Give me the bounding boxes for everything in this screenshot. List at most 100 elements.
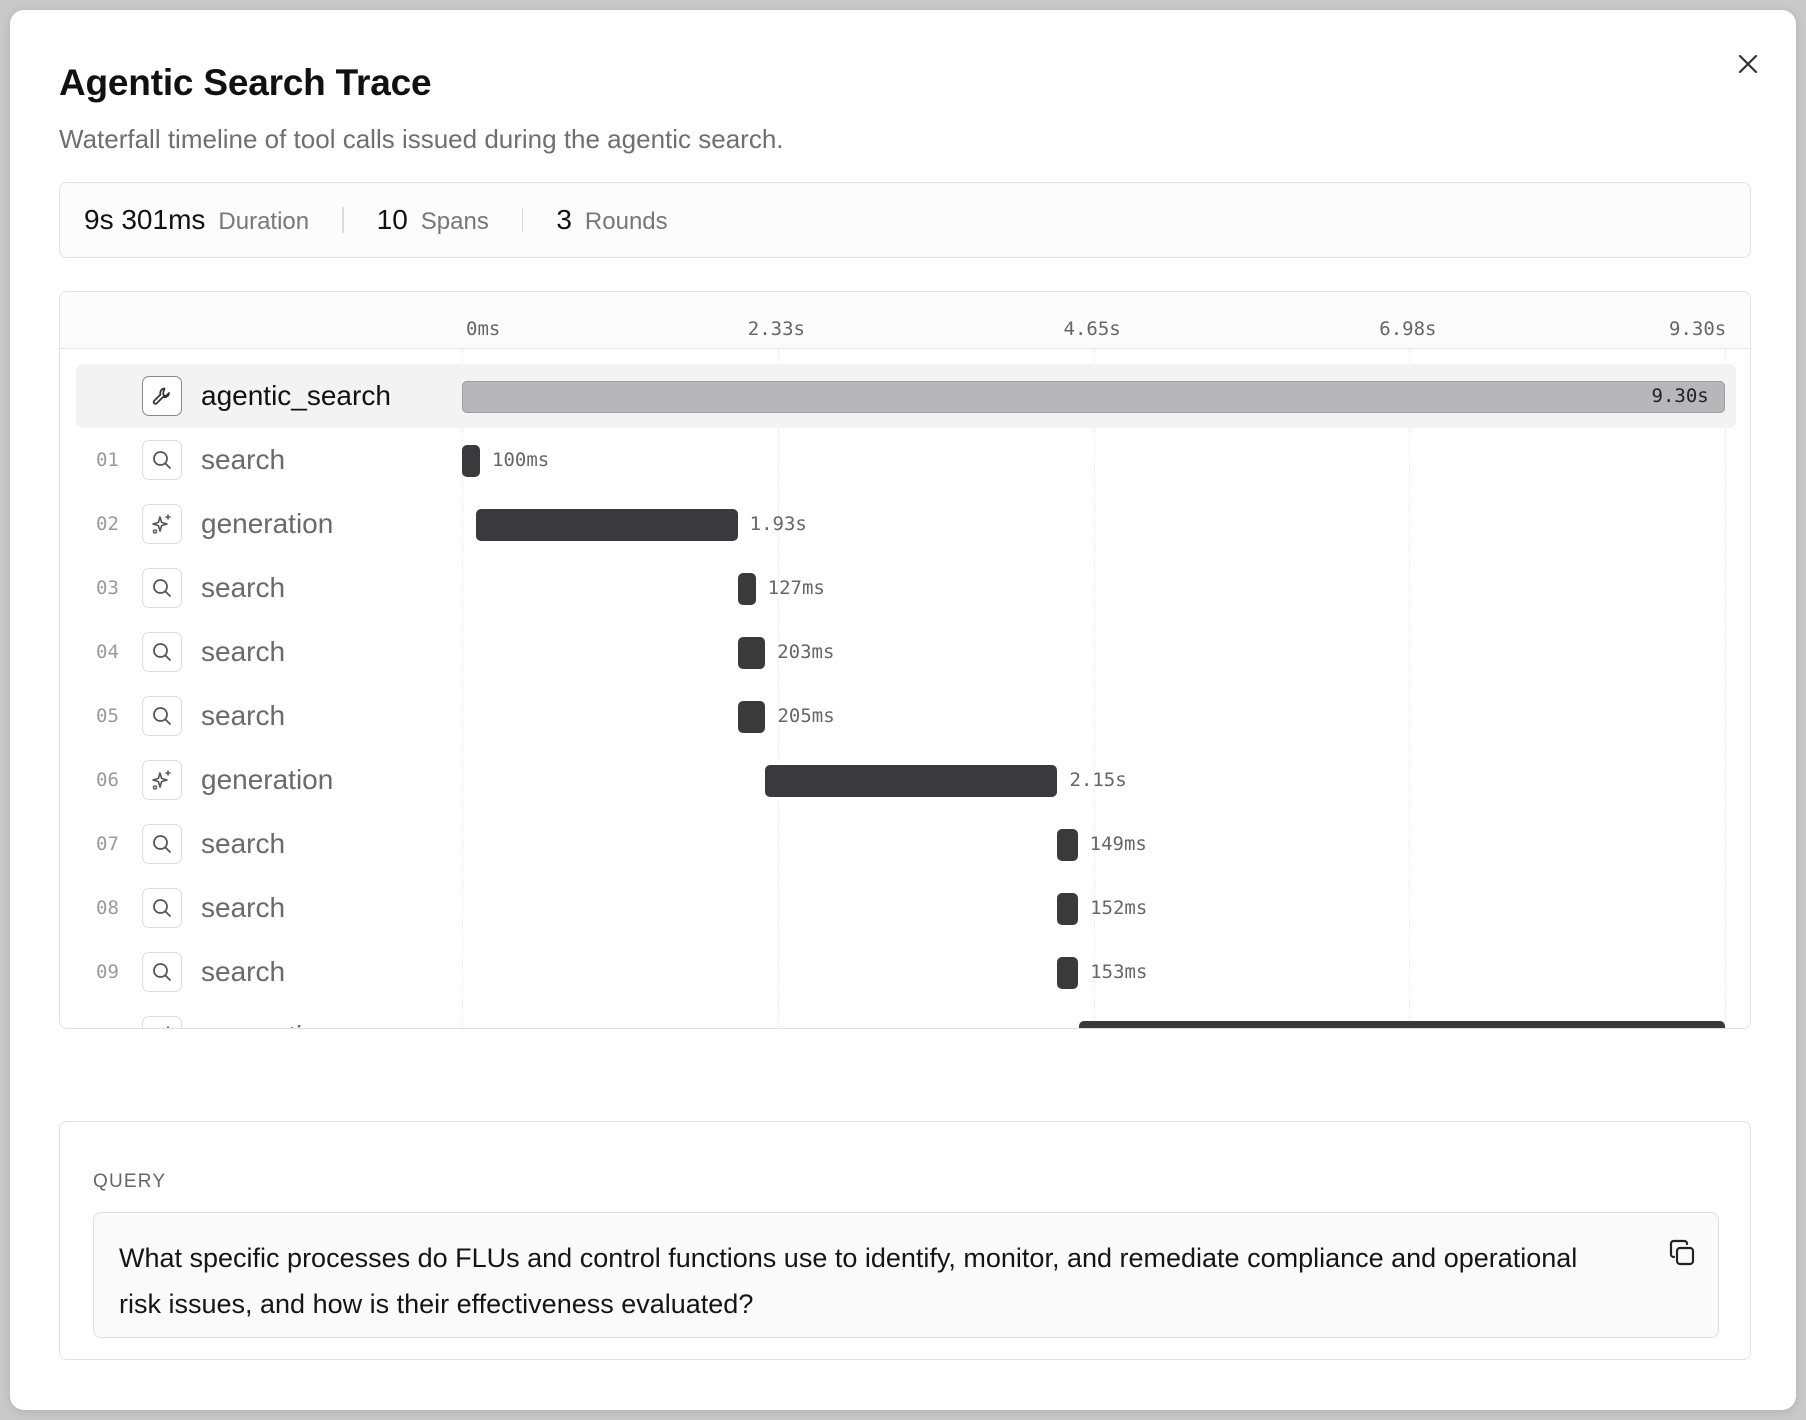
span-bar[interactable] (475, 509, 738, 541)
span-name: generation (201, 1020, 333, 1028)
span-bar[interactable] (765, 765, 1058, 797)
span-duration: 149ms (1089, 833, 1147, 855)
stat-label: Spans (420, 208, 489, 235)
span-bar[interactable] (1057, 893, 1079, 925)
span-name: search (201, 444, 286, 475)
span-row[interactable]: 06 generation 2.15s (60, 748, 1750, 812)
close-icon[interactable] (1736, 52, 1760, 76)
span-bar[interactable] (1078, 1021, 1725, 1028)
span-icon-box (142, 888, 182, 928)
span-number: 05 (96, 705, 119, 727)
search-icon (153, 963, 171, 981)
span-number: 01 (96, 449, 119, 471)
span-icon-box (142, 696, 182, 736)
span-icon-box (142, 760, 182, 800)
span-bar[interactable] (1057, 829, 1078, 861)
axis-tick-label: 6.98s (1379, 318, 1437, 340)
stat-spans: 10 Spans (377, 204, 489, 236)
axis-tick-label: 9.30s (1669, 318, 1727, 340)
span-number: 02 (96, 513, 119, 535)
span-name: generation (201, 764, 334, 795)
sparkles-icon (167, 1026, 169, 1028)
axis-tick-label: 0ms (466, 318, 501, 340)
search-icon (153, 451, 171, 469)
copy-button[interactable] (1664, 1235, 1700, 1271)
span-bar[interactable] (737, 701, 766, 733)
span-duration: 203ms (777, 641, 835, 663)
search-icon (153, 899, 171, 917)
span-row[interactable]: 04 search 203ms (60, 620, 1750, 684)
span-duration: 1.93s (749, 513, 807, 535)
span-duration: 153ms (1090, 961, 1148, 983)
stat-duration: 9s 301ms Duration (84, 204, 309, 236)
span-row[interactable]: 01 search 100ms (60, 428, 1750, 492)
query-label: QUERY (93, 1171, 167, 1192)
span-bar[interactable] (1057, 957, 1079, 989)
span-icon-box (142, 504, 182, 544)
span-row[interactable]: 03 search 127ms (60, 556, 1750, 620)
span-number: 10 (96, 1025, 119, 1028)
search-icon (153, 835, 171, 853)
span-bar[interactable] (462, 381, 1725, 413)
span-name: search (201, 956, 286, 987)
timeline-axis: 0ms 2.33s 4.65s 6.98s 9.30s (60, 292, 1750, 349)
span-row[interactable]: 05 search 205ms (60, 684, 1750, 748)
stat-label: Rounds (584, 208, 668, 235)
stat-divider (342, 207, 344, 233)
span-duration: 4.76s (1009, 1025, 1066, 1028)
span-duration: 100ms (492, 449, 550, 471)
span-bar[interactable] (462, 445, 480, 477)
span-duration: 205ms (777, 705, 835, 727)
stat-value: 3 (556, 204, 572, 235)
stat-rounds: 3 Rounds (556, 204, 667, 236)
axis-tick-label: 4.65s (1063, 318, 1121, 340)
search-icon (153, 579, 171, 597)
span-icon-box (142, 1016, 182, 1028)
span-name: search (201, 572, 286, 603)
span-icon-box (142, 632, 182, 672)
modal-title: Agentic Search Trace (59, 62, 432, 103)
span-duration: 127ms (767, 577, 825, 599)
span-name: agentic_search (201, 380, 391, 411)
copy-icon[interactable] (1666, 1237, 1698, 1269)
search-icon (153, 643, 171, 661)
span-row[interactable]: 10 generation 4.76s (60, 1004, 1750, 1028)
span-icon-box (142, 440, 182, 480)
stat-value: 10 (376, 204, 408, 235)
span-name: search (201, 636, 286, 667)
span-icon-box (142, 376, 182, 416)
span-row[interactable]: 02 generation 1.93s (60, 492, 1750, 556)
span-duration: 9.30s (1651, 385, 1709, 407)
waterfall-timeline: 0ms 2.33s 4.65s 6.98s 9.30s agentic_search 9.… (59, 291, 1751, 1029)
query-box: What specific processes do FLUs and cont… (93, 1212, 1719, 1338)
span-row[interactable]: 07 search 149ms (60, 812, 1750, 876)
stat-value: 9s 301ms (84, 204, 206, 235)
span-row-root[interactable]: agentic_search 9.30s (60, 364, 1750, 428)
search-icon (153, 707, 171, 725)
stat-divider (521, 207, 524, 233)
span-bar[interactable] (737, 573, 756, 605)
span-duration: 152ms (1090, 897, 1148, 919)
span-number: 06 (96, 769, 119, 791)
span-number: 08 (96, 897, 119, 919)
span-icon-box (142, 824, 182, 864)
span-icon-box (142, 952, 182, 992)
span-duration: 2.15s (1069, 769, 1127, 791)
axis-tick-label: 2.33s (747, 318, 805, 340)
span-number: 07 (96, 833, 119, 855)
stat-label: Duration (218, 208, 310, 235)
span-row[interactable]: 09 search 153ms (60, 940, 1750, 1004)
wrench-icon (152, 387, 170, 405)
modal-subtitle: Waterfall timeline of tool calls issued … (59, 124, 784, 154)
span-name: search (201, 700, 286, 731)
sparkles-icon (152, 770, 171, 790)
span-name: search (201, 892, 286, 923)
stats-bar: 9s 301ms Duration 10 Spans 3 Rounds (59, 182, 1751, 258)
close-button[interactable] (1730, 46, 1766, 82)
span-icon-box (142, 568, 182, 608)
span-name: generation (201, 508, 334, 539)
span-name: search (201, 828, 286, 859)
span-number: 03 (96, 577, 119, 599)
span-bar[interactable] (737, 637, 766, 669)
span-row[interactable]: 08 search 152ms (60, 876, 1750, 940)
